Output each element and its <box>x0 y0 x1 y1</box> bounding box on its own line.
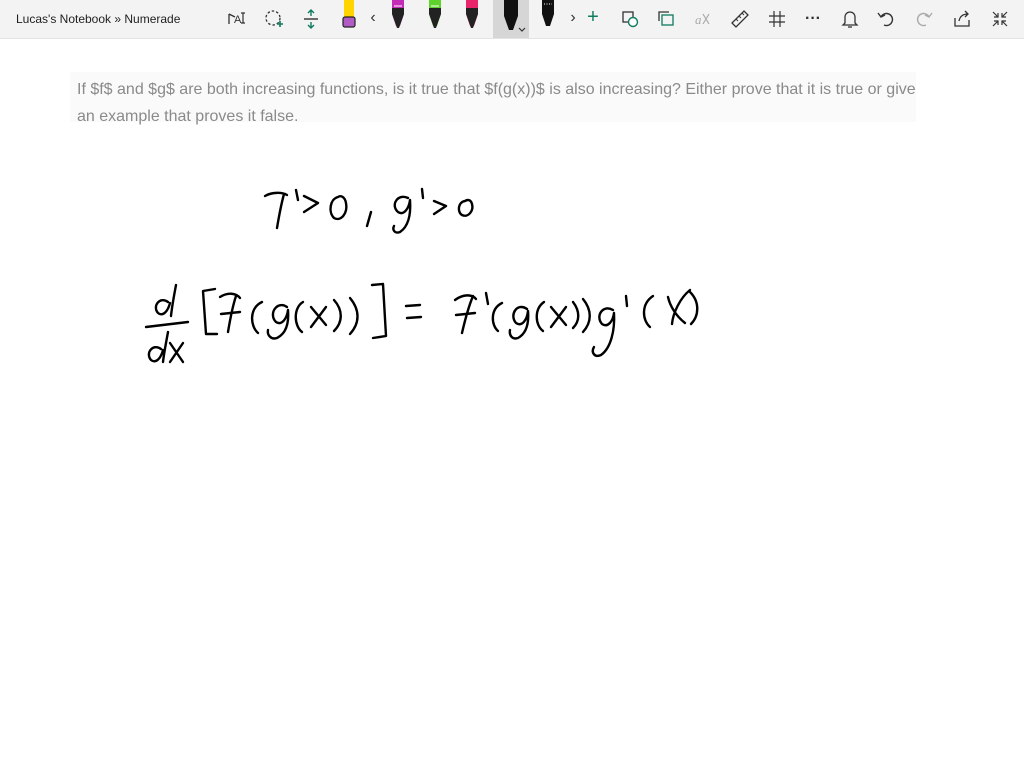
handwriting-line-2 <box>144 282 699 364</box>
handwriting-line-1 <box>263 187 474 234</box>
ink-canvas[interactable] <box>0 0 1024 768</box>
